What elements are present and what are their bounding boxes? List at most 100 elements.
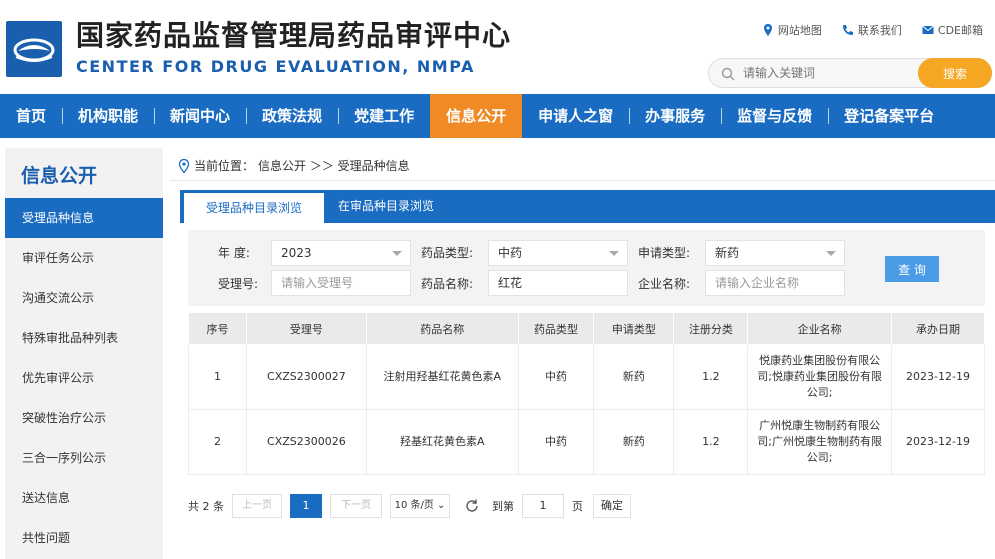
cell-drug-type: 中药: [517, 344, 595, 410]
contact-link[interactable]: 联系我们: [842, 22, 902, 38]
apply-type-value: 新药: [715, 246, 740, 260]
cell-index: 2: [188, 409, 247, 475]
cell-drug-name: 羟基红花黄色素A: [365, 409, 519, 475]
nav-feedback[interactable]: 监督与反馈: [721, 94, 828, 138]
breadcrumb: 当前位置： 信息公开 ＞＞ 受理品种信息: [178, 157, 410, 174]
table-row[interactable]: 1 CXZS2300027 注射用羟基红花黄色素A 中药 新药 1.2 悦康药业…: [188, 344, 985, 410]
table-row[interactable]: 2 CXZS2300026 羟基红花黄色素A 中药 新药 1.2 广州悦康生物制…: [188, 409, 985, 475]
next-page-button[interactable]: 下一页: [330, 494, 382, 518]
divider: [170, 180, 995, 181]
drug-type-select[interactable]: 中药: [488, 240, 628, 266]
drug-name-input[interactable]: 红花: [488, 270, 628, 296]
goto-label: 到第: [492, 500, 514, 513]
table-header-row: 序号 受理号 药品名称 药品类型 申请类型 注册分类 企业名称 承办日期: [188, 312, 985, 345]
search-button[interactable]: 搜索: [918, 58, 992, 88]
mail-icon: [922, 25, 934, 34]
search-input[interactable]: [743, 63, 913, 83]
company-input[interactable]: 请输入企业名称: [705, 270, 845, 296]
col-header-company: 企业名称: [747, 312, 893, 345]
drug-type-value: 中药: [498, 246, 523, 260]
pagination: 共 2 条 上一页 1 下一页 10 条/页 ⌄ 到第 1 页 确定: [188, 494, 631, 518]
sidebar-item-review-tasks[interactable]: 审评任务公示: [5, 238, 163, 278]
cell-date: 2023-12-19: [891, 344, 985, 410]
sidebar-item-special-approval[interactable]: 特殊审批品种列表: [5, 318, 163, 358]
col-header-reg-class: 注册分类: [673, 312, 749, 345]
sidebar-item-breakthrough[interactable]: 突破性治疗公示: [5, 398, 163, 438]
query-button[interactable]: 查 询: [885, 256, 939, 282]
site-title-en: CENTER FOR DRUG EVALUATION, NMPA: [76, 57, 475, 76]
cell-reg-class: 1.2: [673, 344, 749, 410]
total-count: 共 2 条: [188, 500, 224, 513]
cell-index: 1: [188, 344, 247, 410]
nav-registration[interactable]: 登记备案平台: [828, 94, 950, 138]
nav-policies[interactable]: 政策法规: [246, 94, 338, 138]
page-unit-label: 页: [572, 500, 583, 513]
sidebar-item-delivery[interactable]: 送达信息: [5, 478, 163, 518]
cell-accept-no: CXZS2300026: [245, 409, 367, 475]
site-header: 国家药品监督管理局药品审评中心 CENTER FOR DRUG EVALUATI…: [0, 0, 995, 94]
apply-type-select[interactable]: 新药: [705, 240, 845, 266]
col-header-drug-type: 药品类型: [517, 312, 595, 345]
tab-in-review-catalog[interactable]: 在审品种目录浏览: [316, 190, 456, 223]
contact-label: 联系我们: [857, 24, 902, 37]
nav-home[interactable]: 首页: [0, 94, 62, 138]
sidebar: 信息公开 受理品种信息 审评任务公示 沟通交流公示 特殊审批品种列表 优先审评公…: [5, 148, 163, 559]
cell-drug-name: 注射用羟基红花黄色素A: [365, 344, 519, 410]
company-label: 企业名称:: [638, 277, 691, 291]
chevron-down-icon: [392, 251, 402, 256]
sitemap-link[interactable]: 网站地图: [762, 22, 822, 38]
chevron-down-icon: [609, 251, 619, 256]
year-label: 年 度:: [218, 246, 250, 260]
col-header-index: 序号: [188, 312, 247, 345]
mail-link[interactable]: CDE邮箱: [922, 22, 983, 38]
goto-page-input[interactable]: 1: [522, 494, 564, 518]
drug-type-label: 药品类型:: [421, 246, 474, 260]
goto-confirm-button[interactable]: 确定: [593, 494, 631, 518]
search-box: 搜索: [708, 58, 992, 88]
location-pin-icon: [178, 158, 190, 173]
sidebar-item-priority-review[interactable]: 优先审评公示: [5, 358, 163, 398]
nav-services[interactable]: 办事服务: [629, 94, 721, 138]
tab-bar: 受理品种目录浏览 在审品种目录浏览: [180, 190, 995, 223]
prev-page-button[interactable]: 上一页: [232, 494, 282, 518]
sidebar-item-three-in-one[interactable]: 三合一序列公示: [5, 438, 163, 478]
cde-logo[interactable]: [6, 21, 62, 77]
chevron-down-icon: [826, 251, 836, 256]
cell-drug-type: 中药: [517, 409, 595, 475]
drug-name-label: 药品名称:: [421, 277, 474, 291]
year-select[interactable]: 2023: [271, 240, 411, 266]
year-value: 2023: [281, 246, 312, 260]
col-header-accept-no: 受理号: [245, 312, 367, 345]
sidebar-item-common-issues[interactable]: 共性问题: [5, 518, 163, 558]
nav-info-disclosure[interactable]: 信息公开: [430, 94, 523, 138]
col-header-drug-name: 药品名称: [365, 312, 519, 345]
tab-accepted-catalog[interactable]: 受理品种目录浏览: [184, 193, 325, 223]
refresh-icon[interactable]: [464, 498, 480, 514]
apply-type-label: 申请类型:: [638, 246, 691, 260]
sitemap-label: 网站地图: [777, 24, 822, 37]
results-table: 序号 受理号 药品名称 药品类型 申请类型 注册分类 企业名称 承办日期 1 C…: [188, 312, 985, 475]
nav-party[interactable]: 党建工作: [338, 94, 430, 138]
top-links: 网站地图 联系我们 CDE邮箱: [762, 22, 983, 38]
accept-no-input[interactable]: 请输入受理号: [271, 270, 411, 296]
nav-functions[interactable]: 机构职能: [62, 94, 154, 138]
col-header-date: 承办日期: [891, 312, 985, 345]
cell-company: 广州悦康生物制药有限公司;广州悦康生物制药有限公司;: [747, 409, 893, 475]
breadcrumb-path[interactable]: 信息公开 ＞＞ 受理品种信息: [258, 157, 410, 174]
accept-no-label: 受理号:: [218, 277, 259, 291]
sidebar-title: 信息公开: [21, 165, 98, 187]
location-pin-icon: [763, 24, 772, 36]
nav-applicant[interactable]: 申请人之窗: [522, 94, 629, 138]
cell-reg-class: 1.2: [673, 409, 749, 475]
sidebar-item-accepted-drugs[interactable]: 受理品种信息: [5, 198, 163, 238]
page-size-select[interactable]: 10 条/页 ⌄: [390, 494, 450, 518]
cell-accept-no: CXZS2300027: [245, 344, 367, 410]
page-1-button[interactable]: 1: [290, 494, 322, 518]
sidebar-item-communication[interactable]: 沟通交流公示: [5, 278, 163, 318]
col-header-apply-type: 申请类型: [593, 312, 675, 345]
cell-date: 2023-12-19: [891, 409, 985, 475]
cell-apply-type: 新药: [593, 344, 675, 410]
mail-label: CDE邮箱: [937, 24, 983, 37]
search-icon: [721, 67, 735, 81]
nav-news[interactable]: 新闻中心: [154, 94, 246, 138]
